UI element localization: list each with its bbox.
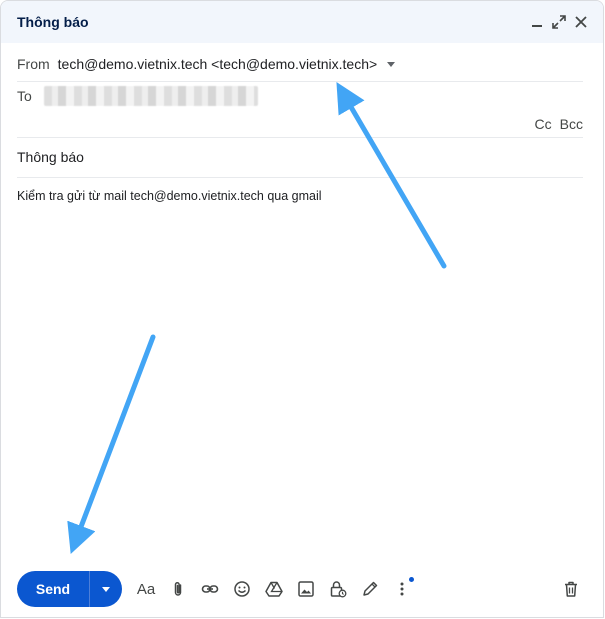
close-button[interactable] — [571, 12, 591, 32]
insert-photo-button[interactable] — [290, 573, 322, 605]
to-row: To — [17, 85, 583, 107]
google-drive-icon — [265, 581, 283, 597]
compose-title: Thông báo — [17, 14, 89, 30]
trash-icon — [565, 581, 577, 597]
cc-link[interactable]: Cc — [535, 116, 552, 132]
from-row: From tech@demo.vietnix.tech <tech@demo.v… — [17, 53, 583, 75]
confidential-mode-button[interactable] — [322, 573, 354, 605]
more-vert-icon — [400, 582, 404, 596]
formatting-options-button[interactable]: Aa — [130, 573, 162, 605]
bcc-link[interactable]: Bcc — [560, 116, 583, 132]
paperclip-icon — [174, 581, 182, 596]
insert-link-button[interactable] — [194, 573, 226, 605]
insert-emoji-button[interactable] — [226, 573, 258, 605]
compose-toolbar: Send Aa — [17, 571, 587, 607]
emoji-icon — [234, 581, 250, 597]
divider — [17, 81, 583, 82]
message-body[interactable]: Kiểm tra gửi từ mail tech@demo.vietnix.t… — [17, 189, 322, 203]
attach-files-button[interactable] — [162, 573, 194, 605]
to-label: To — [17, 88, 32, 104]
insert-drive-file-button[interactable] — [258, 573, 290, 605]
discard-draft-button[interactable] — [555, 573, 587, 605]
full-screen-button[interactable] — [549, 12, 569, 32]
compose-window: Thông báo From tech@demo.vietnix.tech <t… — [0, 0, 604, 618]
format-text-icon: Aa — [136, 580, 156, 598]
notification-dot — [409, 577, 414, 582]
close-icon — [575, 16, 587, 28]
from-address[interactable]: tech@demo.vietnix.tech <tech@demo.vietni… — [58, 56, 377, 72]
insert-signature-button[interactable] — [354, 573, 386, 605]
chevron-down-icon — [102, 586, 110, 592]
lock-clock-icon — [330, 581, 347, 598]
send-button[interactable]: Send — [17, 571, 90, 607]
pen-icon — [363, 581, 378, 596]
compose-title-bar[interactable]: Thông báo — [1, 1, 603, 43]
more-send-options-button[interactable] — [90, 571, 122, 607]
subject-field[interactable]: Thông báo — [17, 149, 84, 165]
image-icon — [298, 581, 314, 597]
divider — [17, 177, 583, 178]
send-button-group: Send — [17, 571, 122, 607]
link-icon — [201, 585, 219, 593]
more-options-button[interactable] — [386, 573, 418, 605]
recipient-chip-redacted[interactable] — [43, 86, 258, 106]
cc-bcc-row: Cc Bcc — [17, 113, 583, 135]
from-label: From — [17, 56, 50, 72]
minimize-icon — [532, 25, 542, 27]
divider — [17, 137, 583, 138]
minimize-button[interactable] — [527, 12, 547, 32]
chevron-down-icon[interactable] — [387, 61, 396, 67]
expand-icon — [552, 15, 566, 29]
